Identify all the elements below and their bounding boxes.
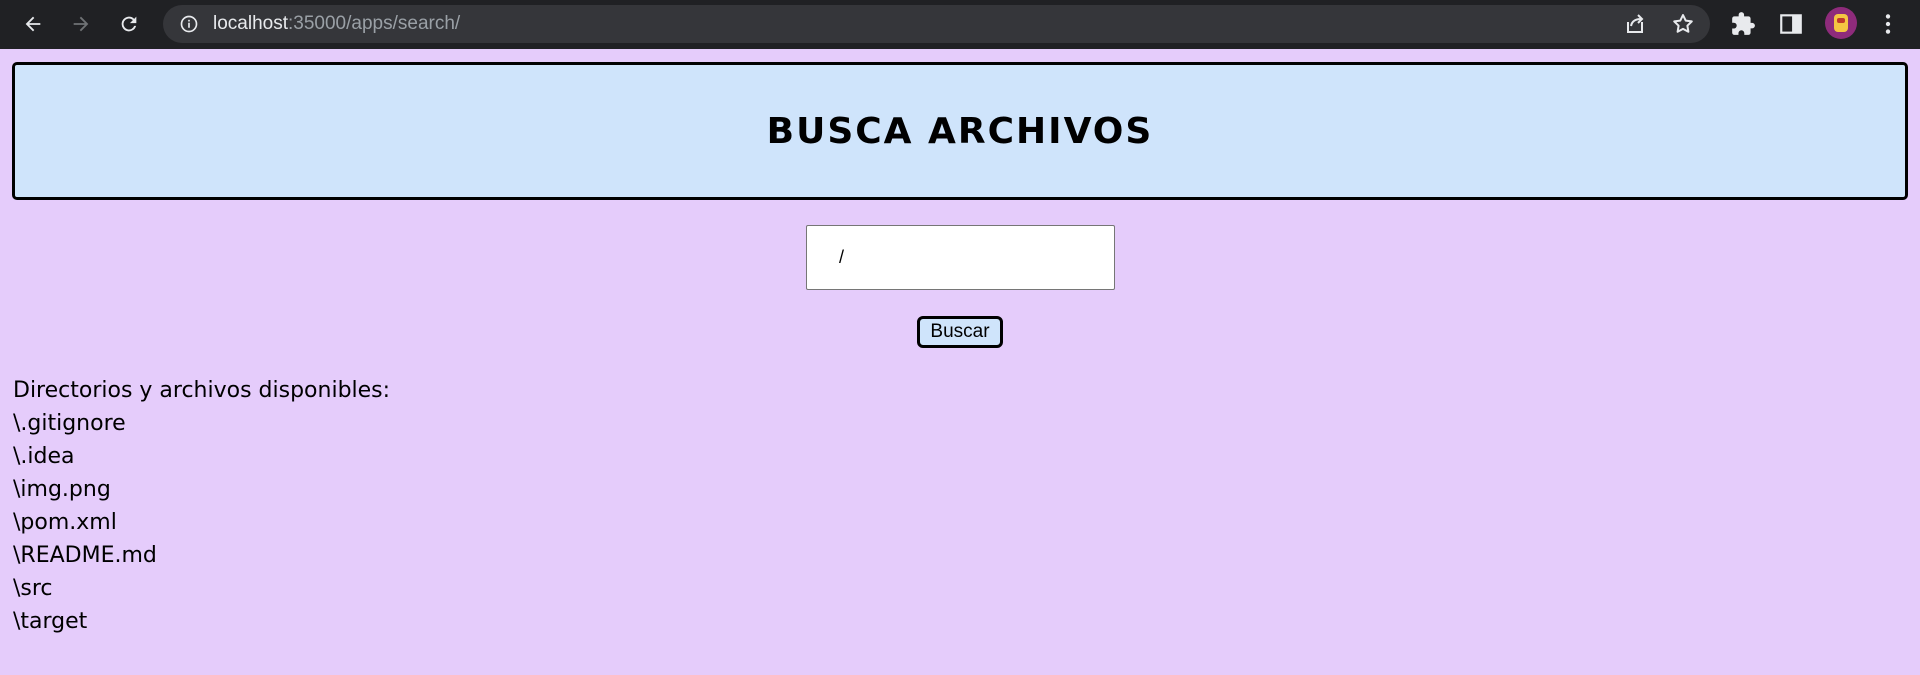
address-bar[interactable]: localhost:35000/apps/search/ <box>163 5 1710 43</box>
list-item: \src <box>13 576 53 601</box>
list-item: \img.png <box>13 477 111 502</box>
forward-button[interactable] <box>65 8 97 40</box>
list-item: \pom.xml <box>13 510 117 535</box>
list-item: \README.md <box>13 543 157 568</box>
back-button[interactable] <box>17 8 49 40</box>
menu-icon[interactable] <box>1875 11 1901 37</box>
avatar-image <box>1834 14 1848 32</box>
share-icon[interactable] <box>1623 12 1647 36</box>
url-path: :35000/apps/search/ <box>288 13 461 34</box>
results-heading: Directorios y archivos disponibles: <box>13 378 391 403</box>
list-item: \.idea <box>13 444 75 469</box>
url-text: localhost:35000/apps/search/ <box>213 13 460 35</box>
star-icon[interactable] <box>1671 12 1695 36</box>
info-icon[interactable] <box>179 14 199 34</box>
reload-icon <box>121 16 137 32</box>
forward-icon <box>73 16 89 32</box>
list-item: \.gitignore <box>13 411 126 436</box>
url-host: localhost <box>213 13 288 34</box>
browser-toolbar: localhost:35000/apps/search/ <box>0 0 1920 49</box>
profile-avatar[interactable] <box>1825 7 1857 39</box>
search-button[interactable]: Buscar <box>917 316 1003 348</box>
extensions-icon[interactable] <box>1730 11 1756 37</box>
reload-button[interactable] <box>113 8 145 40</box>
results-list: Directorios y archivos disponibles: \.gi… <box>13 374 390 638</box>
side-panel-icon[interactable] <box>1778 11 1804 37</box>
page-title: BUSCA ARCHIVOS <box>766 110 1154 152</box>
header-banner: BUSCA ARCHIVOS <box>12 62 1908 200</box>
search-input[interactable] <box>806 225 1115 290</box>
list-item: \target <box>13 609 88 634</box>
back-icon <box>25 16 41 32</box>
